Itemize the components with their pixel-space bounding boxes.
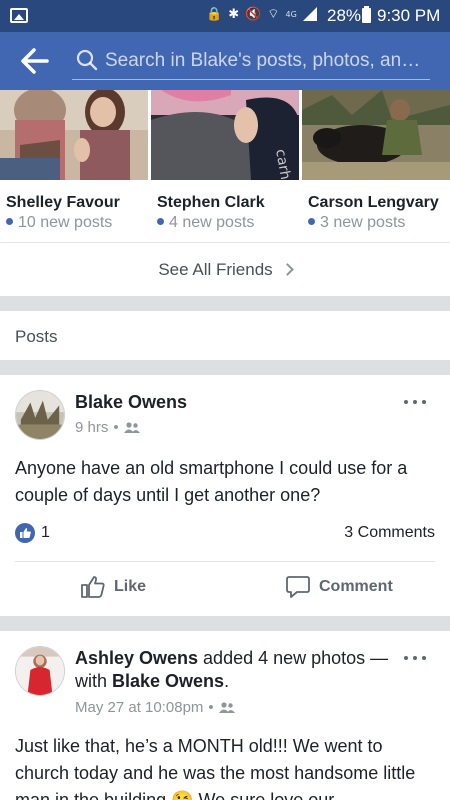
- facebook-profile-feed: 🔒 ✱ 🔇 ⌔ 4G 28% 9:30 PM Search in Blake's…: [0, 0, 450, 800]
- friends-audience-icon: [123, 421, 140, 433]
- post-author[interactable]: Blake Owens: [75, 391, 187, 414]
- network-type: 4G: [285, 9, 297, 19]
- search-bar[interactable]: Search in Blake's posts, photos, an…: [72, 42, 430, 80]
- avatar[interactable]: [15, 390, 65, 440]
- more-options-icon[interactable]: [404, 656, 426, 662]
- bluetooth-icon: ✱: [228, 6, 240, 22]
- feed-post: Blake Owens 9 hrs • Anyone have an old s…: [0, 375, 450, 616]
- comment-count[interactable]: 3 Comments: [344, 524, 435, 542]
- new-posts-count: 3 new posts: [320, 214, 406, 231]
- post-time[interactable]: May 27 at 10:08pm: [75, 699, 203, 716]
- search-placeholder: Search in Blake's posts, photos, an…: [105, 50, 421, 71]
- friend-new-posts: 3 new posts: [308, 214, 405, 232]
- posts-section-header: Posts: [0, 311, 450, 360]
- post-headline: Ashley Owens added 4 new photos — with B…: [75, 647, 395, 693]
- battery-percent: 28%: [327, 6, 362, 25]
- status-icons: 🔒 ✱ 🔇 ⌔ 4G: [206, 6, 317, 22]
- wifi-icon: ⌔: [267, 7, 280, 22]
- friends-audience-icon: [218, 701, 235, 713]
- status-bar: 🔒 ✱ 🔇 ⌔ 4G 28% 9:30 PM: [0, 0, 450, 32]
- comment-button[interactable]: Comment: [285, 575, 393, 599]
- back-arrow-icon[interactable]: [20, 47, 50, 75]
- post-headline-end: .: [224, 671, 230, 691]
- comment-label: Comment: [319, 578, 393, 595]
- friend-photo: [0, 90, 148, 180]
- tagged-person[interactable]: Blake Owens: [112, 671, 224, 691]
- reaction-summary[interactable]: 1: [15, 523, 50, 543]
- post-time[interactable]: 9 hrs: [75, 419, 108, 436]
- separator-dot: •: [113, 419, 119, 436]
- like-reaction-icon: [15, 523, 35, 543]
- posts-section-title: Posts: [15, 327, 58, 346]
- friend-name: Stephen Clark: [157, 194, 265, 211]
- friends-strip: Shelley Favour 10 new posts carha Stephe…: [0, 90, 450, 242]
- more-options-icon[interactable]: [404, 400, 426, 406]
- mute-icon: 🔇: [245, 6, 262, 22]
- unread-dot: [308, 218, 315, 225]
- friend-new-posts: 4 new posts: [157, 214, 254, 232]
- chevron-right-icon: [280, 263, 294, 276]
- gallery-notification-icon: [10, 8, 28, 23]
- avatar[interactable]: [15, 646, 65, 696]
- top-app-bar: Search in Blake's posts, photos, an…: [0, 32, 450, 90]
- like-label: Like: [114, 578, 147, 595]
- like-button[interactable]: Like: [80, 575, 146, 599]
- see-all-friends-button[interactable]: See All Friends: [0, 242, 450, 296]
- friend-new-posts: 10 new posts: [6, 214, 112, 232]
- separator-dot: •: [208, 699, 214, 716]
- post-text: Just like that, he’s a MONTH old!!! We w…: [15, 736, 416, 800]
- new-posts-count: 10 new posts: [18, 214, 113, 231]
- friend-card[interactable]: Shelley Favour 10 new posts: [0, 90, 148, 242]
- clock: 9:30 PM: [377, 6, 441, 25]
- friend-photo: carha: [151, 90, 299, 180]
- signal-icon: [302, 7, 317, 21]
- unread-dot: [157, 218, 164, 225]
- divider: [15, 561, 435, 562]
- post-meta: May 27 at 10:08pm •: [75, 699, 235, 716]
- post-author[interactable]: Ashley Owens: [75, 648, 198, 668]
- comment-icon: [286, 576, 310, 598]
- new-posts-count: 4 new posts: [169, 214, 255, 231]
- lock-icon: 🔒: [206, 6, 223, 22]
- friend-name: Shelley Favour: [6, 194, 120, 211]
- friend-name: Carson Lengvary: [308, 194, 439, 211]
- thumbs-up-icon: [81, 576, 105, 598]
- friend-card[interactable]: Carson Lengvary 3 new posts: [302, 90, 450, 242]
- post-text: Anyone have an old smartphone I could us…: [15, 458, 408, 505]
- battery-icon: [362, 6, 371, 23]
- like-count: 1: [41, 524, 50, 541]
- feed-post: Ashley Owens added 4 new photos — with B…: [0, 631, 450, 800]
- post-meta: 9 hrs •: [75, 419, 140, 436]
- unread-dot: [6, 218, 13, 225]
- friend-photo: [302, 90, 450, 180]
- search-icon: [76, 49, 98, 71]
- see-all-label: See All Friends: [158, 259, 273, 279]
- friend-card[interactable]: carha Stephen Clark 4 new posts: [151, 90, 299, 242]
